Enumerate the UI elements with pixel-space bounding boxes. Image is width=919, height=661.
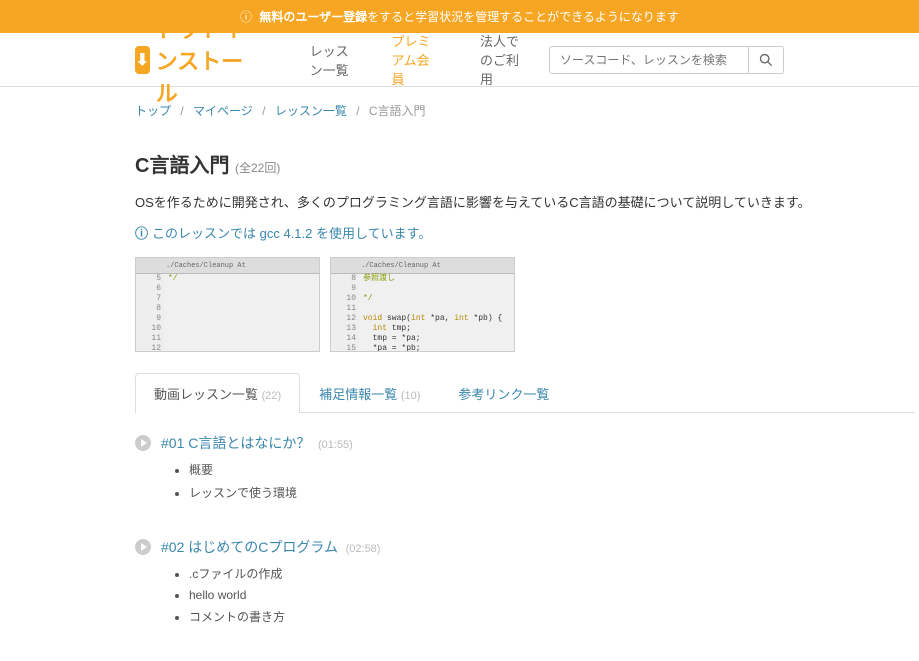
thumb-tab-path: ./Caches/Cleanup At Startup/Transmit/A xyxy=(331,258,514,274)
thumbnail-1[interactable]: ./Caches/Cleanup At Startup/Transmit/A 5… xyxy=(135,257,320,352)
search-icon xyxy=(759,53,773,67)
logo-text: ドットインストール xyxy=(156,12,260,108)
environment-note: このレッスンでは gcc 4.1.2 を使用しています。 xyxy=(135,223,915,242)
search-button[interactable] xyxy=(749,46,784,74)
nav-lessons[interactable]: レッスン一覧 xyxy=(290,23,372,97)
lesson-list: #01 C言語とはなにか？ (01:55) 概要 レッスンで使う環境 ⬇ 未完了… xyxy=(135,413,915,631)
lesson-item: #02 はじめてのCプログラム (02:58) .cファイルの作成 hello … xyxy=(135,537,915,631)
tab-videos[interactable]: 動画レッスン一覧 (22) xyxy=(135,373,300,413)
lesson-title-link[interactable]: #02 はじめてのCプログラム xyxy=(161,539,338,555)
lesson-point: レッスンで使う環境 xyxy=(189,484,915,501)
thumb-tab-path: ./Caches/Cleanup At Startup/Transmit/A xyxy=(136,258,319,274)
logo[interactable]: ⬇ ドットインストール xyxy=(135,12,260,108)
tab-notes[interactable]: 補足情報一覧 (10) xyxy=(300,373,439,413)
play-icon[interactable] xyxy=(135,435,151,451)
lesson-duration: (01:55) xyxy=(318,439,353,451)
lesson-point: .cファイルの作成 xyxy=(189,565,915,582)
crumb-top[interactable]: トップ xyxy=(135,104,171,118)
logo-icon: ⬇ xyxy=(135,46,150,74)
tab-label: 動画レッスン一覧 xyxy=(154,387,258,402)
nav-business[interactable]: 法人でのご利用 xyxy=(460,13,549,106)
top-nav: ⬇ ドットインストール レッスン一覧 プレミアム会員 法人でのご利用 xyxy=(0,33,919,87)
search-input[interactable] xyxy=(549,46,749,74)
crumb-current: C言語入門 xyxy=(369,104,426,118)
env-text: このレッスンでは gcc 4.1.2 を使用しています。 xyxy=(152,226,431,241)
crumb-mypage[interactable]: マイページ xyxy=(193,104,253,118)
thumbnails: ./Caches/Cleanup At Startup/Transmit/A 5… xyxy=(135,257,915,352)
thumbnail-2[interactable]: ./Caches/Cleanup At Startup/Transmit/A 8… xyxy=(330,257,515,352)
crumb-sep: / xyxy=(262,104,265,118)
lesson-title-link[interactable]: #01 C言語とはなにか？ xyxy=(161,435,310,451)
crumb-sep: / xyxy=(180,104,183,118)
lesson-duration: (02:58) xyxy=(346,543,381,555)
lesson-item: #01 C言語とはなにか？ (01:55) 概要 レッスンで使う環境 ⬇ 未完了 xyxy=(135,433,915,507)
lesson-point: コメントの書き方 xyxy=(189,608,915,625)
lesson-point: 概要 xyxy=(189,461,915,478)
tab-count: (22) xyxy=(262,390,282,402)
tab-links[interactable]: 参考リンク一覧 xyxy=(439,373,568,413)
search-box xyxy=(549,46,784,74)
crumb-lessons[interactable]: レッスン一覧 xyxy=(275,104,347,118)
nav-premium[interactable]: プレミアム会員 xyxy=(372,13,460,106)
tab-count: (10) xyxy=(401,390,421,402)
crumb-sep: / xyxy=(356,104,359,118)
course-description: OSを作るために開発され、多くのプログラミング言語に影響を与えているC言語の基礎… xyxy=(135,192,915,211)
lesson-point: hello world xyxy=(189,588,915,602)
content-tabs: 動画レッスン一覧 (22) 補足情報一覧 (10) 参考リンク一覧 xyxy=(135,372,915,413)
tab-label: 補足情報一覧 xyxy=(319,387,397,402)
info-icon xyxy=(135,226,152,241)
lesson-count: (全22回) xyxy=(235,161,280,175)
tab-label: 参考リンク一覧 xyxy=(458,387,549,402)
title-text: C言語入門 xyxy=(135,155,229,177)
play-icon[interactable] xyxy=(135,539,151,555)
page-title: C言語入門 (全22回) xyxy=(135,149,915,178)
